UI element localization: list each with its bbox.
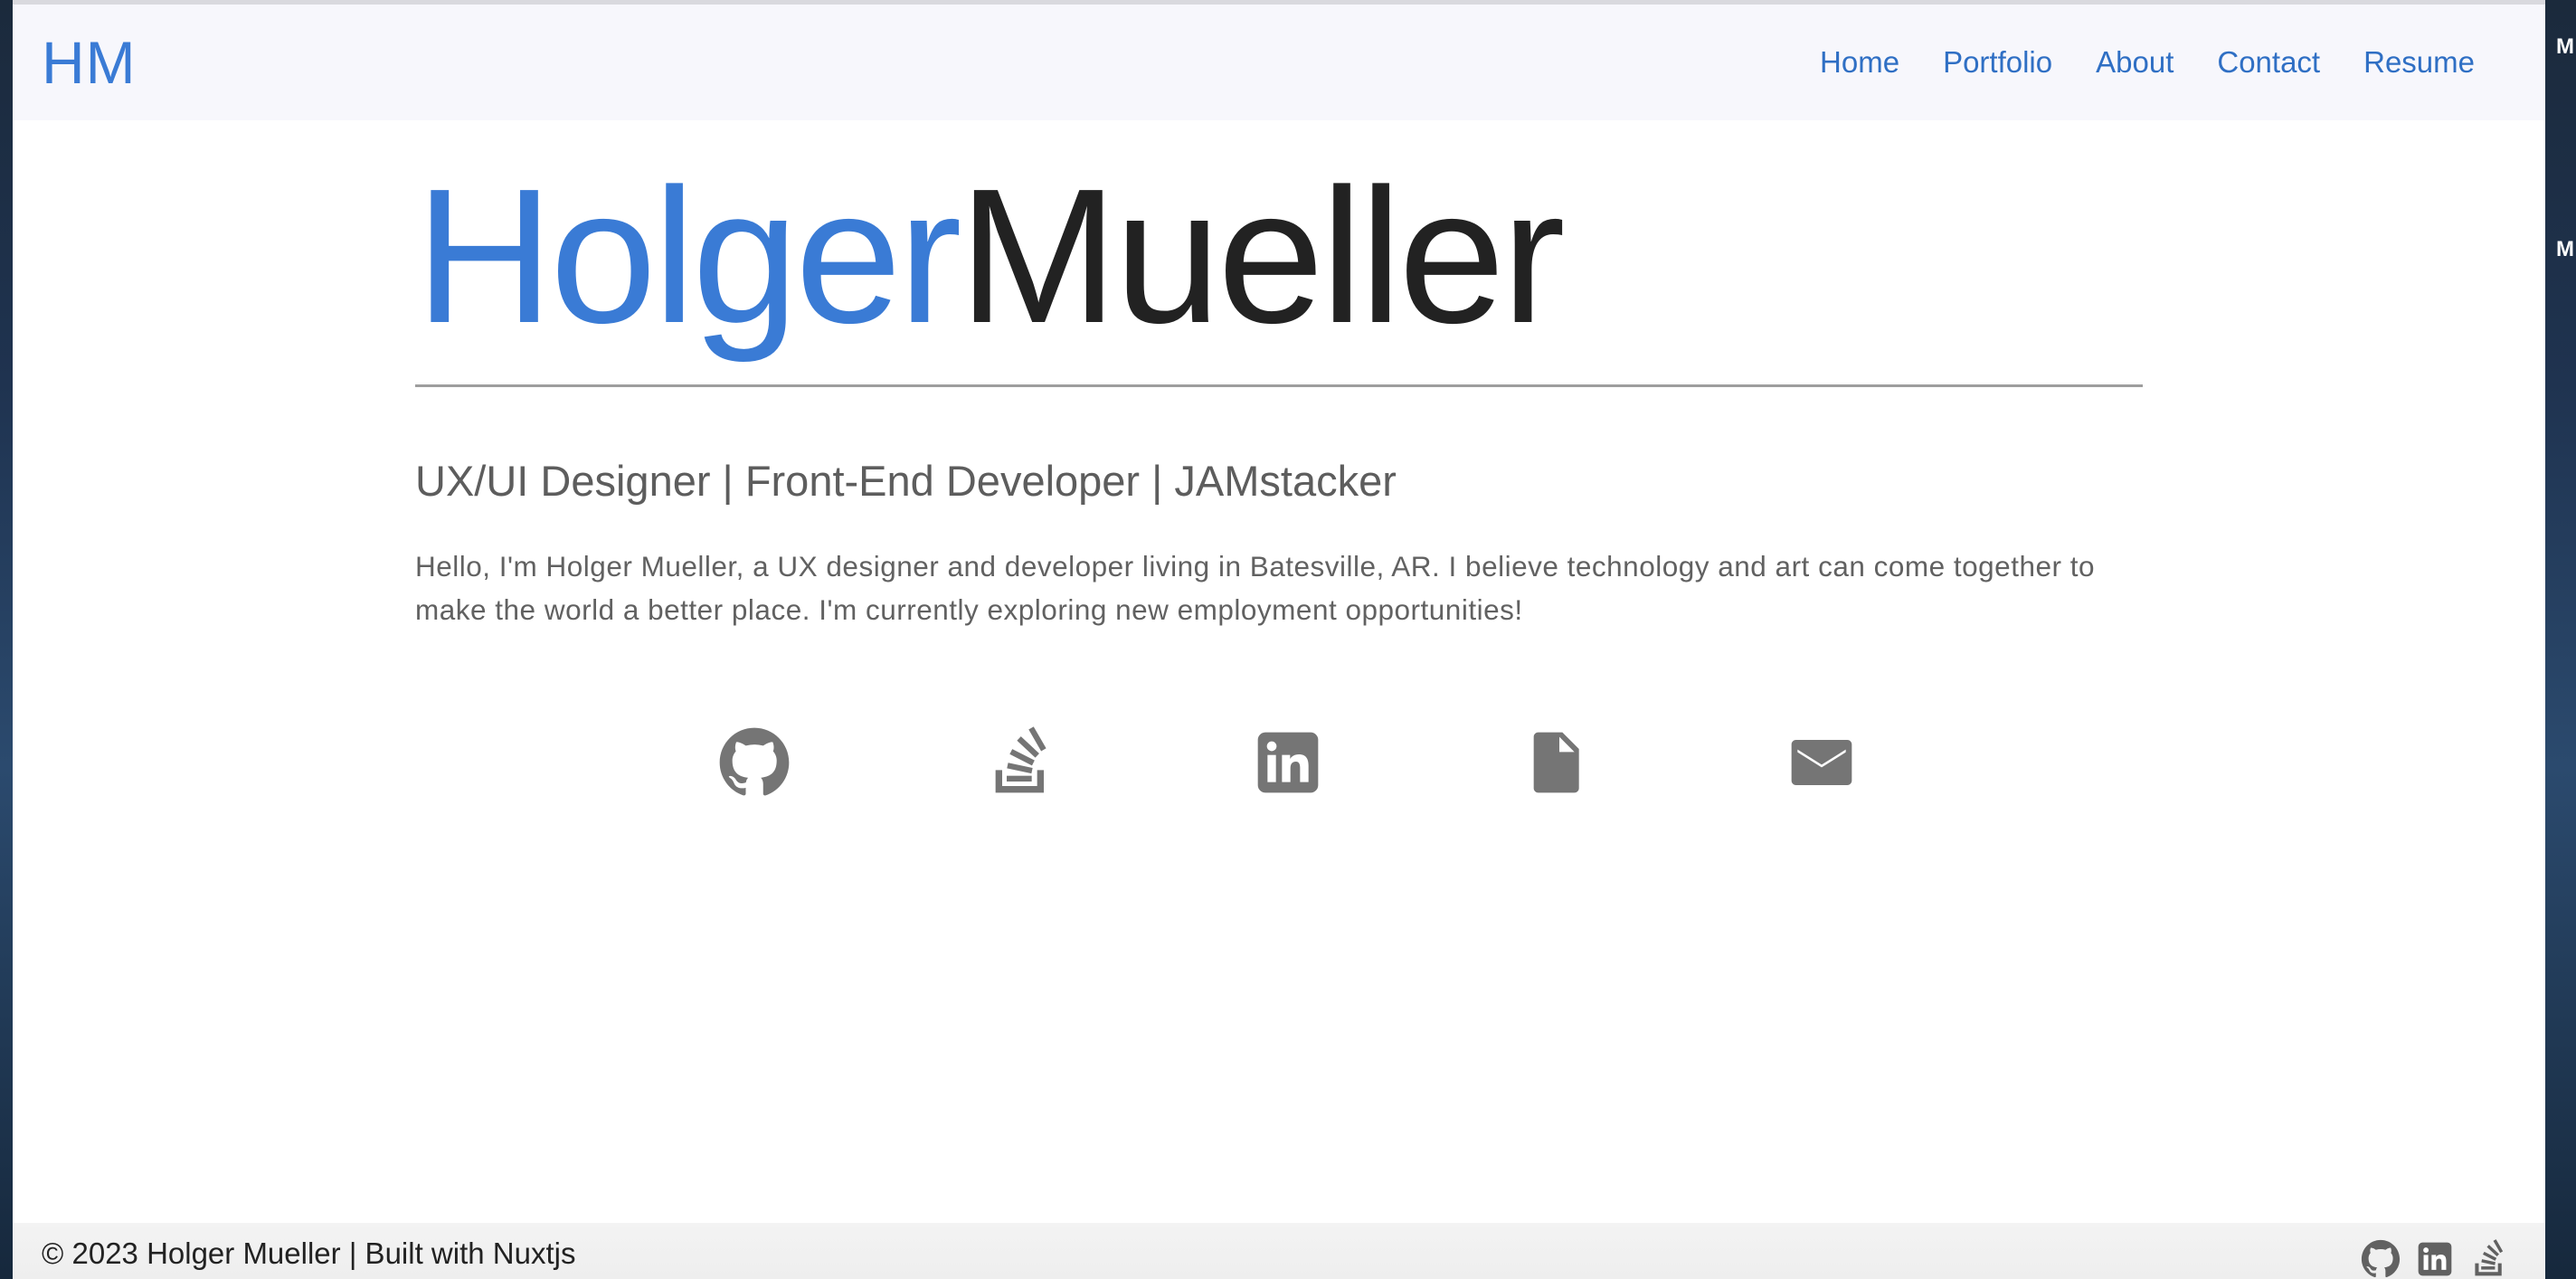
desktop-label-1: M xyxy=(2556,34,2574,59)
footer-copyright: © 2023 Holger Mueller | Built with Nuxtj… xyxy=(42,1236,576,1270)
email-icon[interactable] xyxy=(1785,726,1858,799)
footer-stackoverflow-icon[interactable] xyxy=(2469,1239,2509,1279)
nav-resume[interactable]: Resume xyxy=(2363,44,2475,81)
site-footer: © 2023 Holger Mueller | Built with Nuxtj… xyxy=(13,1223,2545,1279)
main-nav: Home Portfolio About Contact Resume xyxy=(1820,44,2475,81)
footer-social-links xyxy=(2361,1239,2509,1279)
social-links xyxy=(718,726,1858,799)
footer-linkedin-icon[interactable] xyxy=(2415,1239,2455,1279)
footer-github-icon[interactable] xyxy=(2361,1239,2401,1279)
linkedin-icon[interactable] xyxy=(1252,726,1324,799)
stackoverflow-icon[interactable] xyxy=(985,726,1057,799)
hero-last-name: Mueller xyxy=(958,148,1566,363)
document-icon[interactable] xyxy=(1519,726,1591,799)
hero-tagline: UX/UI Designer | Front-End Developer | J… xyxy=(415,457,1397,505)
nav-portfolio[interactable]: Portfolio xyxy=(1943,44,2052,81)
desktop-label-2: M xyxy=(2556,237,2574,261)
github-icon[interactable] xyxy=(718,726,791,799)
hero-name: HolgerMueller xyxy=(415,120,2143,355)
hero-divider xyxy=(415,384,2143,387)
browser-window: HM Home Portfolio About Contact Resume H… xyxy=(13,0,2545,1279)
nav-home[interactable]: Home xyxy=(1820,44,1899,81)
hero-section: HolgerMueller UX/UI Designer | Front-End… xyxy=(415,120,2143,796)
site-logo[interactable]: HM xyxy=(42,30,137,95)
nav-about[interactable]: About xyxy=(2096,44,2174,81)
hero-first-name: Holger xyxy=(415,148,962,363)
nav-contact[interactable]: Contact xyxy=(2217,44,2320,81)
site-header: HM Home Portfolio About Contact Resume xyxy=(13,5,2545,120)
hero-intro: Hello, I'm Holger Mueller, a UX designer… xyxy=(415,550,2095,626)
